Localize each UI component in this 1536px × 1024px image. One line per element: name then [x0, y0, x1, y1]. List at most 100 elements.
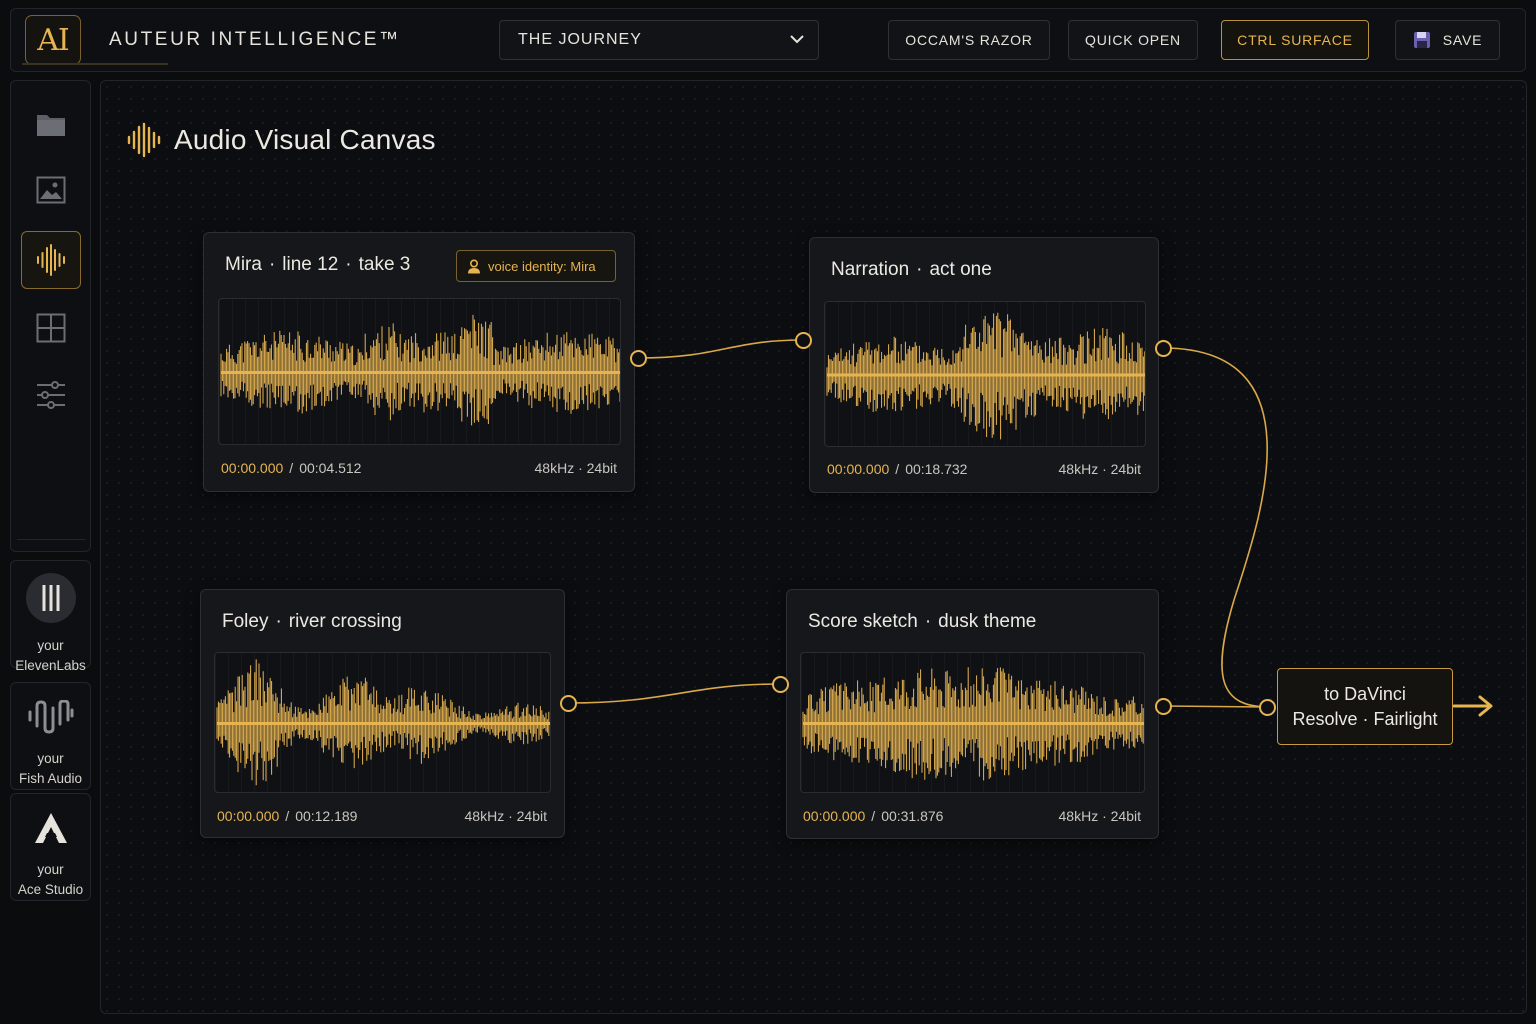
current-time: 00:00.000	[217, 808, 280, 824]
provider-ace-studio[interactable]: your Ace Studio	[10, 793, 91, 901]
node-timecode: 00:00.000 / 00:12.189	[217, 808, 357, 824]
input-port-export[interactable]	[1258, 698, 1276, 716]
sidebar-item-settings[interactable]	[21, 366, 81, 424]
voice-identity-label: voice identity: Mira	[488, 258, 596, 274]
provider-elevenlabs-line2: ElevenLabs	[15, 658, 86, 673]
audio-node-narration[interactable]: Narration · act one 00:00.000 / 00:18.732 48…	[809, 237, 1159, 493]
project-select[interactable]: THE JOURNEY	[499, 20, 819, 60]
provider-fish-audio-line2: Fish Audio	[18, 771, 83, 786]
waveform-display[interactable]	[214, 652, 551, 793]
waveform-display[interactable]	[800, 652, 1145, 793]
node-title-part: Narration	[831, 259, 910, 280]
input-port-narration[interactable]	[794, 331, 812, 349]
node-title: Narration · act one	[831, 259, 992, 281]
export-line1: to DaVinci	[1324, 683, 1406, 704]
app-title: AUTEUR INTELLIGENCE™	[109, 29, 401, 50]
quick-open-button[interactable]: QUICK OPEN	[1068, 20, 1198, 60]
node-title-part: Foley	[222, 611, 269, 632]
provider-fish-audio-line1: your	[37, 751, 64, 766]
node-title-part: Score sketch	[808, 611, 918, 632]
duration: 00:31.876	[881, 808, 944, 824]
sliders-icon	[37, 381, 65, 409]
provider-ace-studio-icon-wrap	[33, 804, 69, 852]
canvas-title: Audio Visual Canvas	[126, 122, 436, 158]
current-time: 00:00.000	[827, 461, 890, 477]
sidebar	[10, 80, 91, 552]
voice-identity-badge[interactable]: voice identity: Mira	[456, 250, 616, 282]
chevron-down-icon	[790, 35, 804, 44]
provider-elevenlabs-line1: your	[37, 638, 64, 653]
audio-node-score[interactable]: Score sketch · dusk theme 00:00.000 / 00:31.…	[786, 589, 1159, 839]
save-button[interactable]: SAVE	[1395, 20, 1500, 60]
logo-text: AI	[37, 22, 70, 58]
node-title-part: take 3	[358, 254, 411, 275]
duration: 00:18.732	[905, 461, 968, 477]
time-separator: /	[289, 460, 294, 476]
occams-razor-button[interactable]: OCCAM'S RAZOR	[888, 20, 1050, 60]
audio-node-foley[interactable]: Foley · river crossing 00:00.000 / 00:12.189…	[200, 589, 565, 838]
canvas-title-text: Audio Visual Canvas	[174, 124, 436, 155]
output-port-foley[interactable]	[559, 694, 577, 712]
title-separator: ·	[345, 254, 352, 275]
audio-format: 48kHz · 24bit	[534, 460, 617, 476]
time-separator: /	[285, 808, 290, 824]
output-port-score[interactable]	[1154, 697, 1172, 715]
node-title: Score sketch · dusk theme	[808, 611, 1036, 633]
node-title-part: dusk theme	[938, 611, 1037, 632]
current-time: 00:00.000	[803, 808, 866, 824]
quick-open-label: QUICK OPEN	[1085, 32, 1181, 48]
elevenlabs-icon	[25, 573, 76, 623]
waveform	[802, 667, 1144, 781]
node-title-part: line 12	[282, 254, 339, 275]
waveform	[216, 659, 550, 786]
node-title: Mira · line 12 · take 3	[225, 254, 410, 276]
provider-fish-audio-icon-wrap	[28, 693, 74, 741]
node-timecode: 00:00.000 / 00:31.876	[803, 808, 943, 824]
current-time: 00:00.000	[221, 460, 284, 476]
sidebar-divider	[17, 539, 85, 540]
sidebar-item-images[interactable]	[21, 161, 81, 219]
sidebar-item-audio[interactable]	[21, 231, 81, 289]
audio-format: 48kHz · 24bit	[1058, 461, 1141, 477]
sidebar-item-layout[interactable]	[21, 299, 81, 357]
time-separator: /	[895, 461, 900, 477]
sidebar-item-files[interactable]	[21, 95, 81, 153]
image-icon	[36, 176, 66, 204]
input-port-score[interactable]	[771, 675, 789, 693]
provider-elevenlabs-icon-wrap	[25, 572, 77, 624]
title-separator: ·	[916, 259, 923, 280]
ctrl-surface-button[interactable]: CTRL SURFACE	[1221, 20, 1369, 60]
person-icon	[468, 258, 480, 273]
audio-format: 48kHz · 24bit	[1058, 808, 1141, 824]
duration: 00:04.512	[299, 460, 362, 476]
node-title-part: Mira	[225, 254, 262, 275]
provider-elevenlabs[interactable]: your ElevenLabs	[10, 560, 91, 673]
audio-format: 48kHz · 24bit	[464, 808, 547, 824]
export-node-davinci[interactable]: to DaVinci Resolve · Fairlight	[1277, 668, 1453, 745]
logo-underline	[22, 63, 168, 65]
audio-node-mira[interactable]: Mira · line 12 · take 3 voice identity: Mira…	[203, 232, 635, 492]
title-separator: ·	[268, 254, 276, 275]
occams-razor-label: OCCAM'S RAZOR	[905, 32, 1033, 48]
output-port-narration[interactable]	[1154, 339, 1172, 357]
waveform	[826, 312, 1145, 440]
waveform-display[interactable]	[824, 301, 1146, 447]
node-title: Foley · river crossing	[222, 611, 402, 633]
title-separator: ·	[275, 611, 282, 632]
duration: 00:12.189	[295, 808, 358, 824]
waveform-icon	[37, 244, 65, 276]
app-logo[interactable]: AI	[25, 15, 81, 65]
audio-canvas[interactable]	[100, 80, 1527, 1014]
project-name: THE JOURNEY	[518, 31, 642, 48]
provider-ace-studio-line1: your	[37, 862, 64, 877]
node-timecode: 00:00.000 / 00:04.512	[221, 460, 361, 476]
waveform-title-icon	[127, 122, 161, 158]
output-port-mira[interactable]	[629, 349, 647, 367]
waveform-display[interactable]	[218, 298, 621, 445]
node-title-part: act one	[929, 259, 992, 280]
provider-ace-studio-line2: Ace Studio	[17, 882, 84, 897]
ace-studio-icon	[34, 813, 67, 843]
floppy-disk-icon	[1413, 32, 1430, 48]
provider-fish-audio[interactable]: your Fish Audio	[10, 682, 91, 790]
save-label: SAVE	[1442, 32, 1483, 48]
